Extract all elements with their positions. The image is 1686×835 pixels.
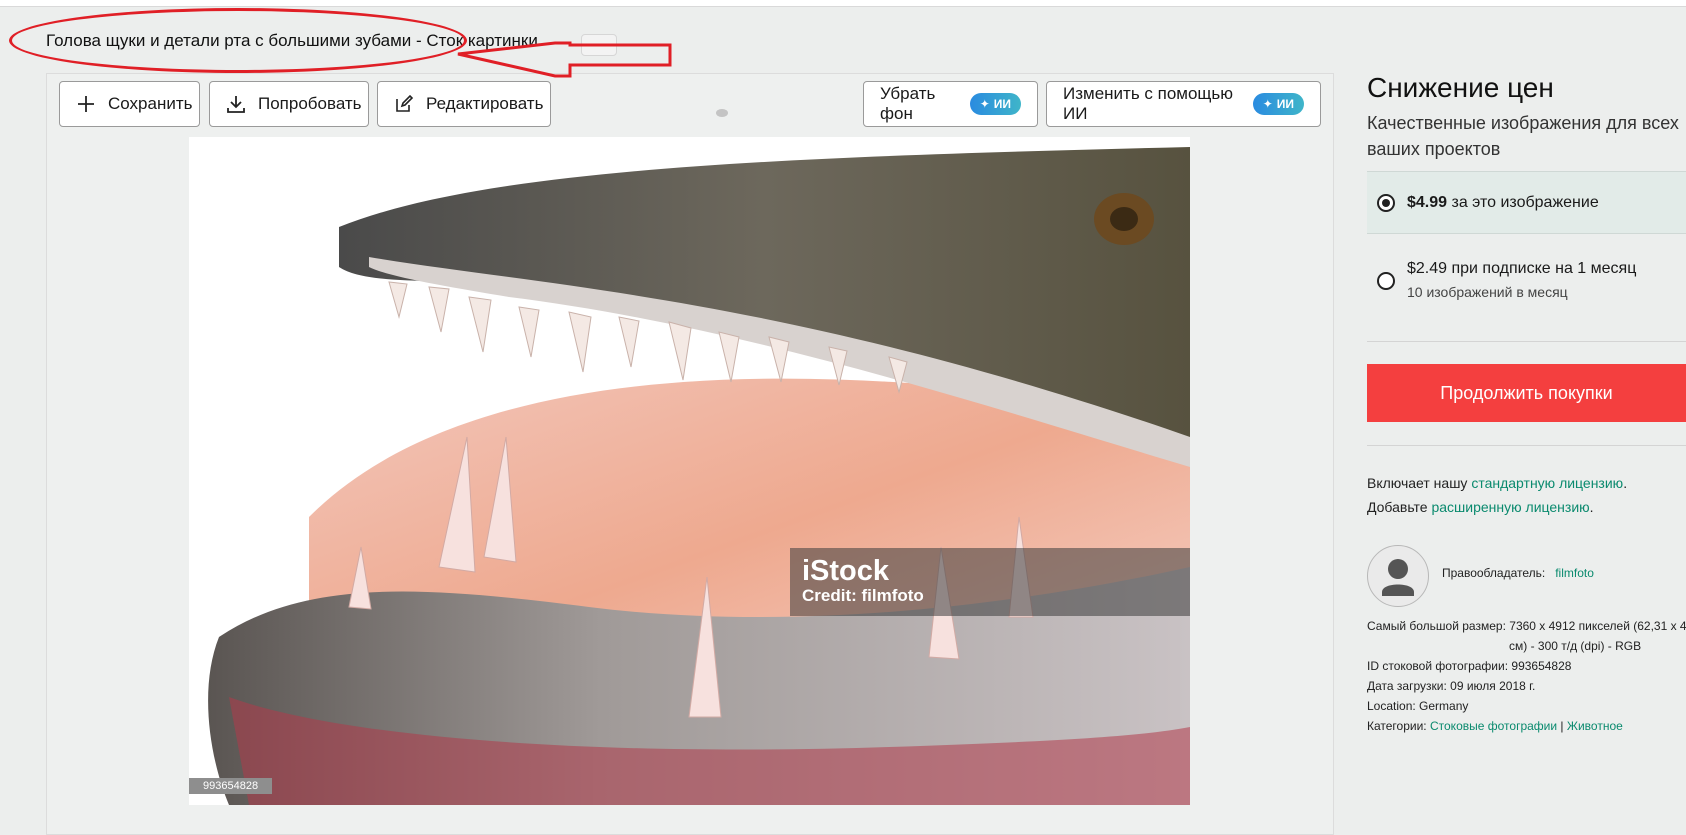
user-icon [1382,559,1414,596]
owner-link[interactable]: filmfoto [1555,566,1594,580]
extended-license-link[interactable]: расширенную лицензию [1431,499,1589,515]
istock-watermark: iStock Credit: filmfoto [790,548,1190,616]
try-button-label: Попробовать [258,94,362,113]
price-option-subscription[interactable]: $2.49 при подписке на 1 месяц 10 изображ… [1367,250,1686,342]
meta-location: Location: Germany [1367,699,1469,713]
price-single-desc: за это изображение [1451,194,1599,211]
save-button[interactable]: Сохранить [59,81,200,127]
standard-license-link[interactable]: стандартную лицензию [1471,475,1623,491]
license-line-extended: Добавьте расширенную лицензию. [1367,499,1594,515]
divider [1367,445,1686,446]
meta-categories: Категории: Стоковые фотографии | Животно… [1367,719,1623,733]
meta-size: Самый большой размер: 7360 x 4912 пиксел… [1367,619,1686,633]
owner-info: Правообладатель: filmfoto [1442,566,1594,580]
sparkle-icon: ✦ [979,97,990,111]
meta-id: ID стоковой фотографии: 993654828 [1367,659,1572,673]
purchase-panel: Снижение цен Качественные изображения дл… [1367,0,1686,814]
download-icon [227,96,245,113]
page-title: Голова щуки и детали рта с большими зуба… [46,31,538,50]
remove-background-label: Убрать фон [880,84,936,123]
pike-head-illustration [189,137,1190,805]
sparkle-icon: ✦ [1262,97,1273,111]
try-button[interactable]: Попробовать [209,81,369,127]
panel-title: Снижение цен [1367,72,1554,103]
drag-handle[interactable] [716,109,728,117]
image-id-tag: 993654828 [189,778,273,794]
stock-photo[interactable] [189,137,1190,805]
radio-unselected[interactable] [1377,272,1395,290]
category-animal-link[interactable]: Животное [1567,719,1623,733]
license-line-standard: Включает нашу стандартную лицензию. [1367,475,1628,491]
price-option-single[interactable]: $4.99 за это изображение [1367,171,1686,234]
owner-avatar[interactable] [1367,545,1429,607]
edit-button-label: Редактировать [426,94,544,113]
edit-button[interactable]: Редактировать [377,81,551,127]
meta-date: Дата загрузки: 09 июля 2018 г. [1367,679,1536,693]
price-single: $4.99 [1407,194,1448,211]
ai-badge: ✦ ИИ [1252,93,1304,115]
radio-selected[interactable] [1377,194,1395,212]
meta-size-cont: см) - 300 т/д (dpi) - RGB [1509,639,1642,653]
subscription-desc: $2.49 при подписке на 1 месяц [1407,260,1637,277]
title-badge [581,34,617,56]
ai-edit-button[interactable]: Изменить с помощью ИИ ✦ ИИ [1046,81,1321,127]
continue-shopping-button[interactable]: Продолжить покупки [1367,364,1686,422]
save-button-label: Сохранить [108,94,193,113]
panel-subtitle: Качественные изображения для всех ваших … [1367,113,1679,159]
subscription-sub: 10 изображений в месяц [1407,284,1568,300]
ai-badge: ✦ ИИ [969,93,1021,115]
category-stock-photos-link[interactable]: Стоковые фотографии [1430,719,1557,733]
watermark-logo: iStock [802,555,890,587]
plus-icon [78,96,94,112]
edit-icon [396,94,414,112]
remove-background-button[interactable]: Убрать фон ✦ ИИ [863,81,1038,127]
ai-edit-label: Изменить с помощью ИИ [1063,84,1234,123]
watermark-credit: Credit: filmfoto [802,586,924,605]
